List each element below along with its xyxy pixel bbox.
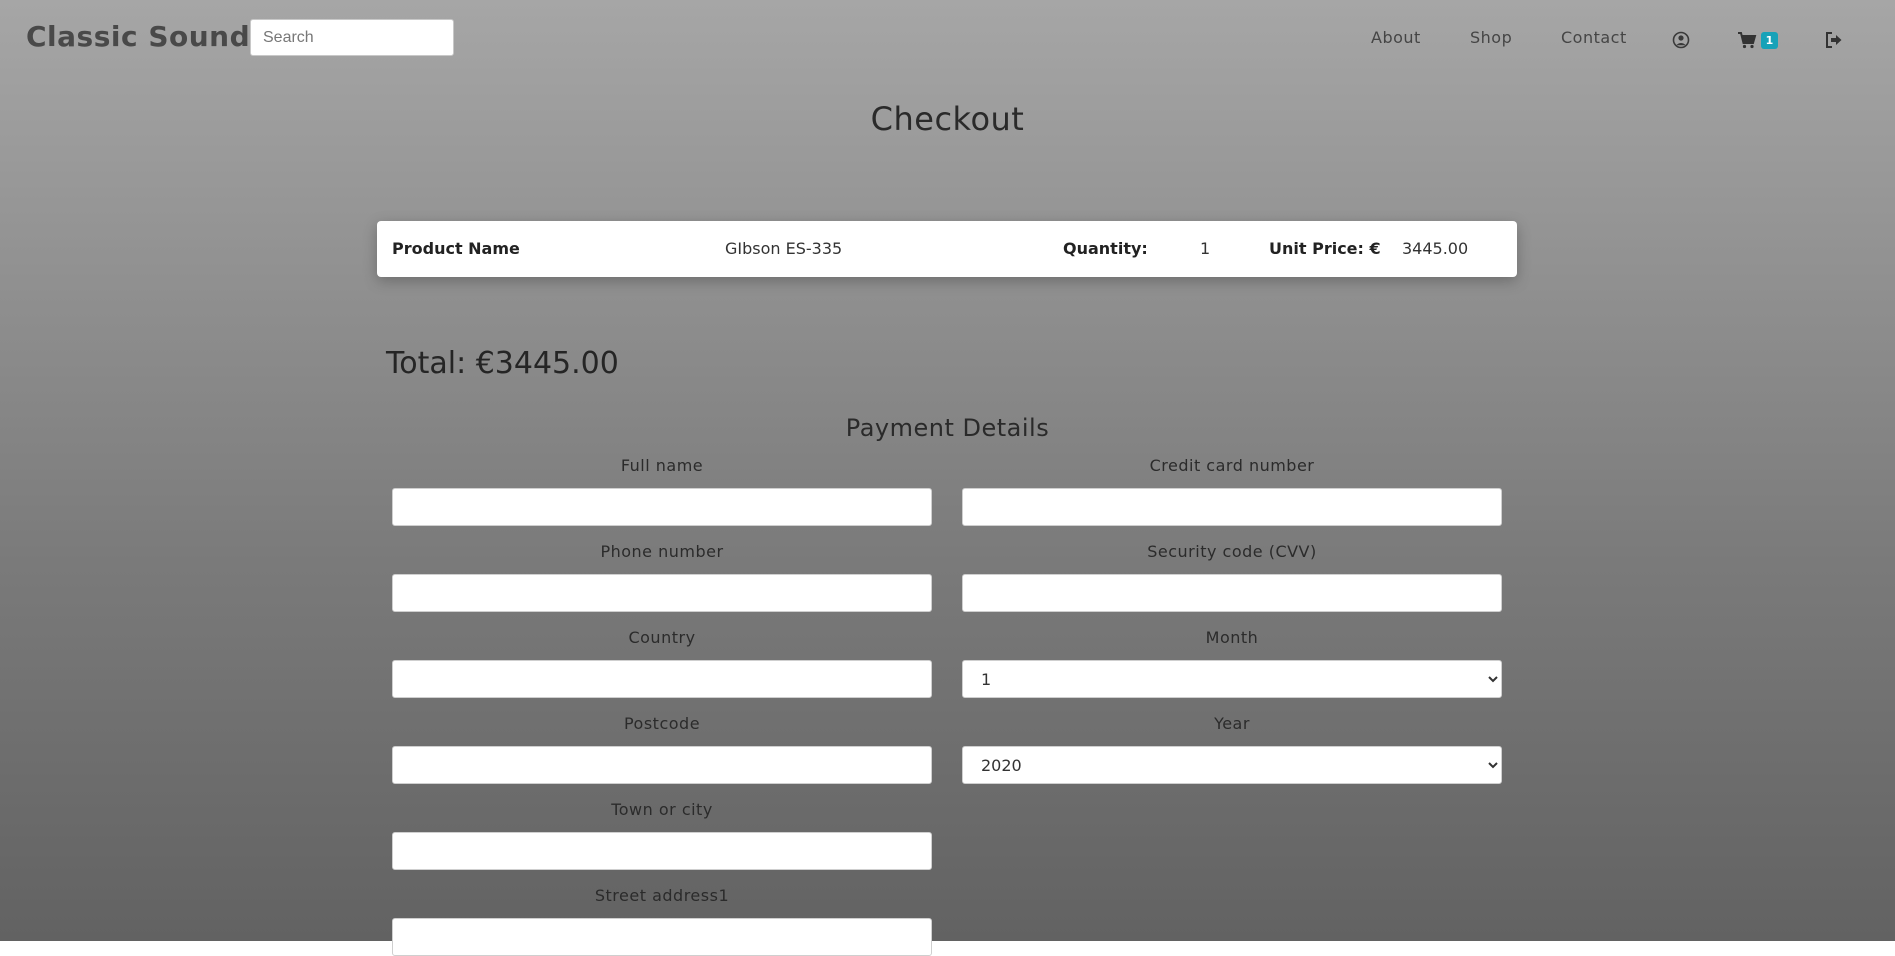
- cvv-label: Security code (CVV): [1147, 542, 1317, 561]
- postcode-field[interactable]: [392, 746, 932, 784]
- brand-logo[interactable]: Classic Sounds: [26, 20, 267, 53]
- month-group: Month 1: [962, 628, 1502, 698]
- town-group: Town or city: [392, 800, 932, 870]
- country-group: Country: [392, 628, 932, 698]
- sign-out-icon[interactable]: [1824, 30, 1844, 50]
- unit-price-value: 3445.00: [1402, 239, 1469, 258]
- nav-link-shop[interactable]: Shop: [1470, 28, 1512, 47]
- unit-price-label: Unit Price: €: [1269, 239, 1381, 258]
- year-label: Year: [1214, 714, 1250, 733]
- phone-field[interactable]: [392, 574, 932, 612]
- page-title: Checkout: [870, 100, 1025, 138]
- product-name-label: Product Name: [392, 239, 520, 258]
- month-select[interactable]: 1: [962, 660, 1502, 698]
- page-background: [0, 0, 1895, 941]
- navbar: Classic Sounds About Shop Contact 1: [0, 0, 1895, 78]
- street1-field[interactable]: [392, 918, 932, 956]
- nav-link-contact[interactable]: Contact: [1561, 28, 1627, 47]
- phone-label: Phone number: [600, 542, 724, 561]
- town-field[interactable]: [392, 832, 932, 870]
- full-name-label: Full name: [620, 456, 704, 475]
- cart-icon[interactable]: [1737, 30, 1757, 50]
- search-input[interactable]: [250, 19, 454, 56]
- product-row: Product Name GIbson ES-335 Quantity: 1 U…: [377, 221, 1517, 277]
- postcode-group: Postcode: [392, 714, 932, 784]
- payment-details-title: Payment Details: [845, 414, 1050, 442]
- year-select[interactable]: 2020: [962, 746, 1502, 784]
- year-group: Year 2020: [962, 714, 1502, 784]
- cvv-field[interactable]: [962, 574, 1502, 612]
- street1-group: Street address1: [392, 886, 932, 956]
- product-name: GIbson ES-335: [725, 239, 843, 258]
- town-label: Town or city: [611, 800, 713, 819]
- user-icon[interactable]: [1671, 30, 1691, 50]
- order-total: Total: €3445.00: [386, 346, 619, 381]
- credit-card-field[interactable]: [962, 488, 1502, 526]
- quantity-label: Quantity:: [1063, 239, 1148, 258]
- cart-count-badge: 1: [1761, 32, 1778, 49]
- full-name-field[interactable]: [392, 488, 932, 526]
- cvv-group: Security code (CVV): [962, 542, 1502, 612]
- credit-card-group: Credit card number: [962, 456, 1502, 526]
- country-field[interactable]: [392, 660, 932, 698]
- month-label: Month: [1205, 628, 1259, 647]
- credit-card-label: Credit card number: [1149, 456, 1315, 475]
- full-name-group: Full name: [392, 456, 932, 526]
- nav-link-about[interactable]: About: [1371, 28, 1421, 47]
- postcode-label: Postcode: [623, 714, 701, 733]
- quantity-value: 1: [1200, 239, 1211, 258]
- country-label: Country: [628, 628, 696, 647]
- street1-label: Street address1: [594, 886, 730, 905]
- phone-group: Phone number: [392, 542, 932, 612]
